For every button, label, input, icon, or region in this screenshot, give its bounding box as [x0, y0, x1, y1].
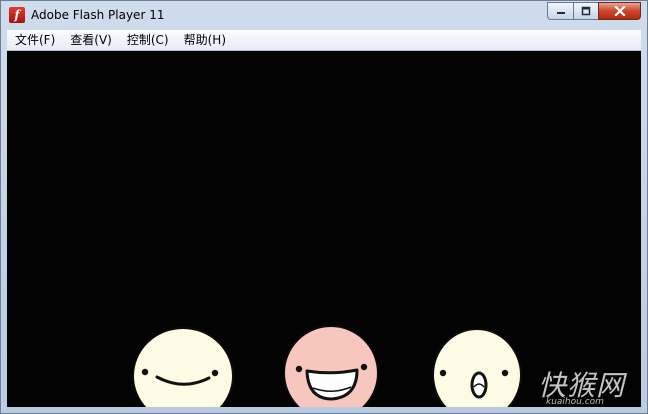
window-title: Adobe Flash Player 11 — [31, 8, 165, 22]
minimize-icon — [556, 12, 565, 14]
flash-player-window: f Adobe Flash Player 11 文件(F) 查看(V) 控制(C… — [0, 0, 648, 414]
menu-help[interactable]: 帮助(H) — [176, 30, 233, 50]
flash-player-icon[interactable]: f — [9, 7, 25, 23]
surprised-face — [432, 328, 522, 407]
menu-bar: 文件(F) 查看(V) 控制(C) 帮助(H) — [7, 30, 641, 51]
smiling-face — [132, 327, 234, 407]
menu-control[interactable]: 控制(C) — [119, 30, 176, 50]
pink-face — [283, 325, 379, 407]
flash-content-stage[interactable] — [7, 51, 641, 407]
menu-view[interactable]: 查看(V) — [62, 30, 119, 50]
menu-file[interactable]: 文件(F) — [7, 30, 62, 50]
maximize-icon — [581, 6, 591, 16]
window-controls — [547, 2, 641, 21]
maximize-button[interactable] — [573, 2, 598, 20]
minimize-button[interactable] — [547, 2, 573, 20]
title-bar[interactable]: f Adobe Flash Player 11 — [1, 1, 647, 29]
close-icon — [613, 6, 626, 16]
watermark-domain: kuaihou.com — [546, 397, 604, 407]
close-button[interactable] — [598, 2, 641, 20]
characters-illustration — [132, 325, 522, 407]
